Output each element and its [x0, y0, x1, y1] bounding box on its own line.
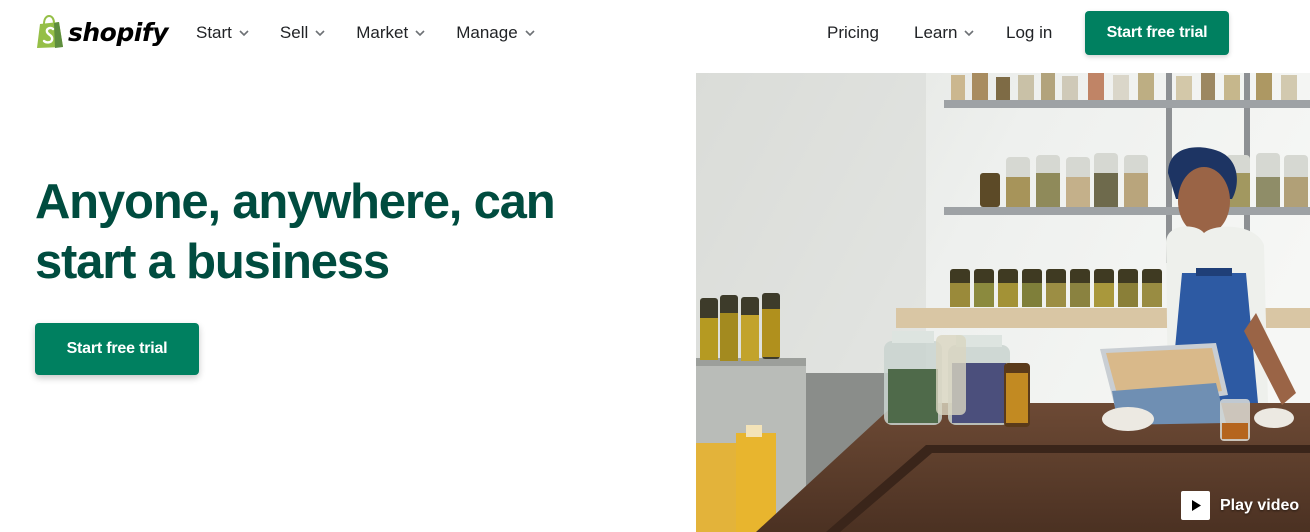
nav-sell[interactable]: Sell [280, 21, 325, 45]
nav-start[interactable]: Start [196, 21, 249, 45]
nav-market-label: Market [356, 23, 409, 42]
nav-market[interactable]: Market [356, 21, 425, 45]
play-video-button[interactable]: Play video [1181, 491, 1299, 520]
nav-sell-label: Sell [279, 23, 309, 42]
header-start-trial-button[interactable]: Start free trial [1085, 11, 1229, 55]
logo-wordmark: shopify [68, 17, 169, 47]
play-video-label: Play video [1220, 496, 1300, 514]
shopping-bag-icon [37, 15, 63, 48]
hero-photo [696, 73, 1310, 532]
chevron-down-icon [315, 29, 325, 36]
primary-menu: Start Sell Market Manage [196, 21, 566, 45]
hero-heading: Anyone, anywhere, can start a business [35, 175, 556, 289]
top-navigation: shopify Start Sell Market Manage Pricing… [0, 0, 1310, 70]
shop-owner-illustration [696, 73, 1310, 532]
nav-manage[interactable]: Manage [456, 21, 535, 45]
middle-shelf-jars [980, 153, 1308, 207]
lower-shelf-jars [950, 269, 1162, 307]
nav-learn[interactable]: Learn [914, 21, 975, 45]
nav-manage-label: Manage [456, 23, 518, 42]
hero-start-trial-button[interactable]: Start free trial [35, 323, 199, 375]
chevron-down-icon [964, 29, 975, 36]
nav-start-label: Start [196, 23, 232, 42]
play-icon [1181, 491, 1210, 520]
nav-learn-label: Learn [914, 23, 958, 42]
chevron-down-icon [415, 29, 425, 36]
chevron-down-icon [525, 29, 535, 36]
chevron-down-icon [239, 29, 249, 36]
login-link[interactable]: Log in [1006, 21, 1052, 45]
pricing-link[interactable]: Pricing [827, 21, 879, 45]
shopify-logo[interactable]: shopify [35, 14, 169, 50]
